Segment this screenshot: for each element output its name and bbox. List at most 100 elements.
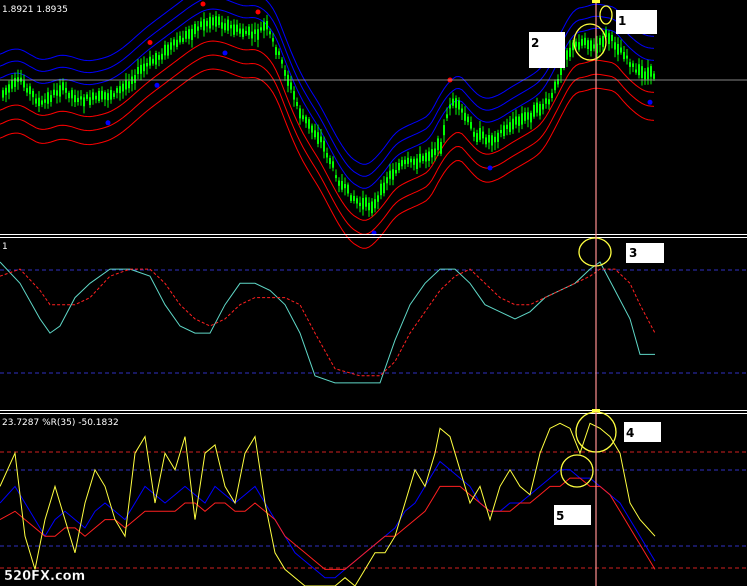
candle-body [200,21,202,27]
candle-body [527,112,529,120]
candle-body [212,17,214,26]
candle-body [458,100,460,110]
candle-body [413,158,415,165]
candle-body [359,202,361,207]
candle-body [404,159,406,165]
candle-body [74,95,76,103]
candle-body [134,75,136,83]
candle-body [140,64,142,74]
candle-body [584,37,586,46]
candle-body [548,99,550,105]
candle-body [299,108,301,119]
candle-body [650,66,652,77]
candle-body [476,133,478,142]
candle-body [86,94,88,99]
candle-body [290,82,292,90]
buy-signal-dot [487,165,493,171]
wpr-header: 23.7287 %R(35) -50.1832 [2,418,119,428]
candle-body [11,79,13,89]
candle-body [260,27,262,31]
candle-body [437,138,439,151]
price-header: 1.8921 1.8935 [2,5,68,15]
candle-body [272,38,274,42]
candle-body [566,50,568,60]
candle-body [275,47,277,55]
candle-body [431,149,433,158]
candle-body [401,160,403,167]
candle-body [59,85,61,97]
candle-body [281,59,283,64]
candle-body [524,112,526,121]
candle-body [8,84,10,93]
candle-body [320,136,322,143]
callout-label-4: 4 [626,426,634,440]
callout-label-1: 1 [618,14,626,28]
sell-signal-dot [200,1,206,7]
candle-body [305,116,307,124]
candle-body [23,80,25,88]
candle-body [644,71,646,80]
candle-body [311,125,313,133]
candle-body [89,97,91,105]
candle-body [434,148,436,156]
candle-body [446,114,448,119]
candle-body [113,93,115,97]
candle-body [209,16,211,29]
candle-body [497,132,499,142]
candle-body [623,52,625,60]
candle-body [269,31,271,35]
candle-body [2,90,4,98]
candle-body [170,42,172,50]
candle-body [176,39,178,47]
candle-body [50,95,52,102]
candle-body [491,135,493,146]
candle-body [392,169,394,180]
candle-body [182,37,184,42]
candle-body [509,122,511,133]
candle-body [92,92,94,100]
candle-body [614,42,616,50]
candle-body [197,26,199,31]
candle-body [542,103,544,110]
candle-body [293,91,295,100]
candle-body [344,184,346,189]
candle-body [641,66,643,78]
candle-body [449,104,451,109]
crosshair-top-marker [592,0,600,3]
candle-body [71,90,73,99]
candle-body [80,96,82,100]
candle-body [356,198,358,204]
candle-body [14,77,16,87]
candle-body [398,163,400,171]
candle-body [488,135,490,143]
candle-body [314,130,316,138]
candle-body [332,161,334,168]
candle-body [467,116,469,123]
candle-body [56,90,58,96]
candle-body [545,98,547,104]
callout-label-5: 5 [556,509,564,523]
candle-body [407,157,409,164]
candle-body [116,88,118,93]
candle-body [146,63,148,67]
candle-body [62,82,64,91]
candle-body [329,158,331,165]
candle-body [503,125,505,137]
candle-body [518,116,520,126]
candle-body [587,40,589,49]
candle-body [512,118,514,130]
watermark: 520FX.com [4,569,85,584]
candle-body [452,98,454,106]
candle-body [635,69,637,73]
candle-body [350,195,352,201]
candle-body [560,67,562,75]
candle-body [554,81,556,91]
candle-body [266,21,268,30]
candle-body [626,55,628,59]
candle-body [611,35,613,42]
candle-body [263,21,265,31]
candle-body [368,202,370,211]
buy-signal-dot [647,99,653,105]
candle-body [5,87,7,95]
candle-body [419,153,421,163]
